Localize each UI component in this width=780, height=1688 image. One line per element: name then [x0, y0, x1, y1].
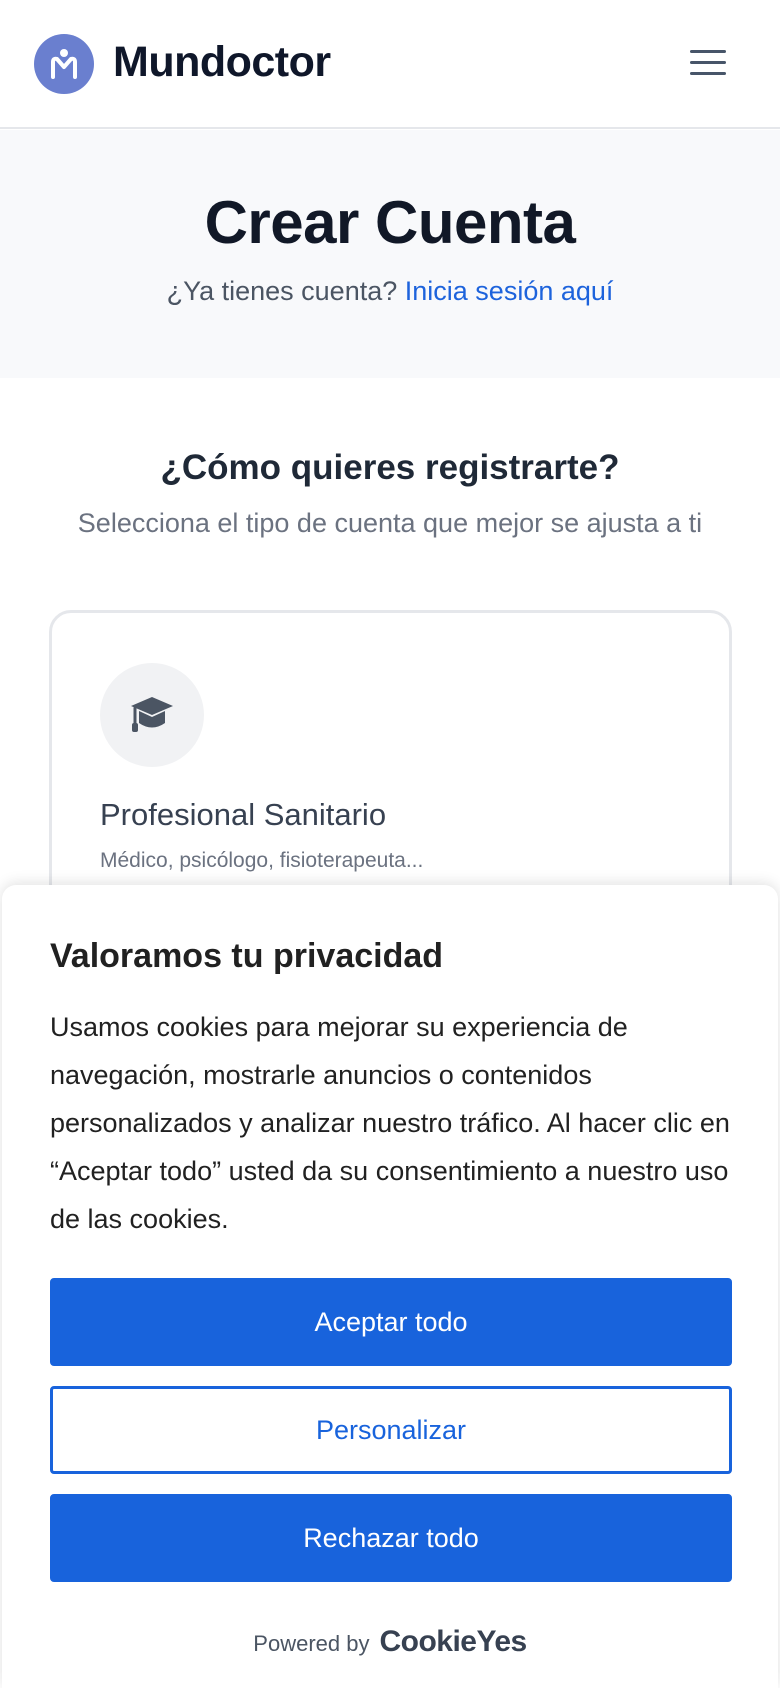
powered-by-label: Powered by	[253, 1631, 370, 1656]
cookieyes-logo[interactable]: CookieYes	[379, 1625, 527, 1659]
card-title: Profesional Sanitario	[100, 797, 387, 832]
hamburger-menu-icon[interactable]	[688, 46, 728, 80]
registration-subtitle: Selecciona el tipo de cuenta que mejor s…	[77, 508, 703, 538]
login-prompt-text: ¿Ya tienes cuenta?	[166, 276, 398, 306]
cookie-banner-title: Valoramos tu privacidad	[50, 937, 444, 975]
cookie-consent-banner: Valoramos tu privacidad Usamos cookies p…	[2, 885, 778, 1688]
graduation-cap-glyph	[131, 697, 173, 732]
accept-all-button[interactable]: Aceptar todo	[50, 1278, 732, 1366]
hero-section: Crear Cuenta ¿Ya tienes cuenta? Inicia s…	[0, 130, 780, 378]
page-title: Crear Cuenta	[204, 189, 576, 256]
login-prompt: ¿Ya tienes cuenta? Inicia sesión aquí	[0, 276, 780, 307]
logo-mark	[51, 49, 77, 79]
site-header: Mundoctor	[0, 0, 780, 129]
graduation-cap-icon	[100, 663, 204, 767]
login-link[interactable]: Inicia sesión aquí	[405, 276, 614, 306]
powered-by: Powered by CookieYes	[2, 1625, 778, 1659]
account-type-card-professional[interactable]: Profesional Sanitario Médico, psicólogo,…	[49, 610, 732, 910]
cookie-banner-text: Usamos cookies para mejorar su experienc…	[50, 1012, 730, 1234]
reject-all-button[interactable]: Rechazar todo	[50, 1494, 732, 1582]
mundoctor-logo-icon[interactable]	[34, 34, 94, 94]
brand-name[interactable]: Mundoctor	[113, 38, 331, 87]
customize-button[interactable]: Personalizar	[50, 1386, 732, 1474]
registration-question: ¿Cómo quieres registrarte?	[160, 448, 620, 487]
card-description: Médico, psicólogo, fisioterapeuta...	[100, 849, 424, 872]
